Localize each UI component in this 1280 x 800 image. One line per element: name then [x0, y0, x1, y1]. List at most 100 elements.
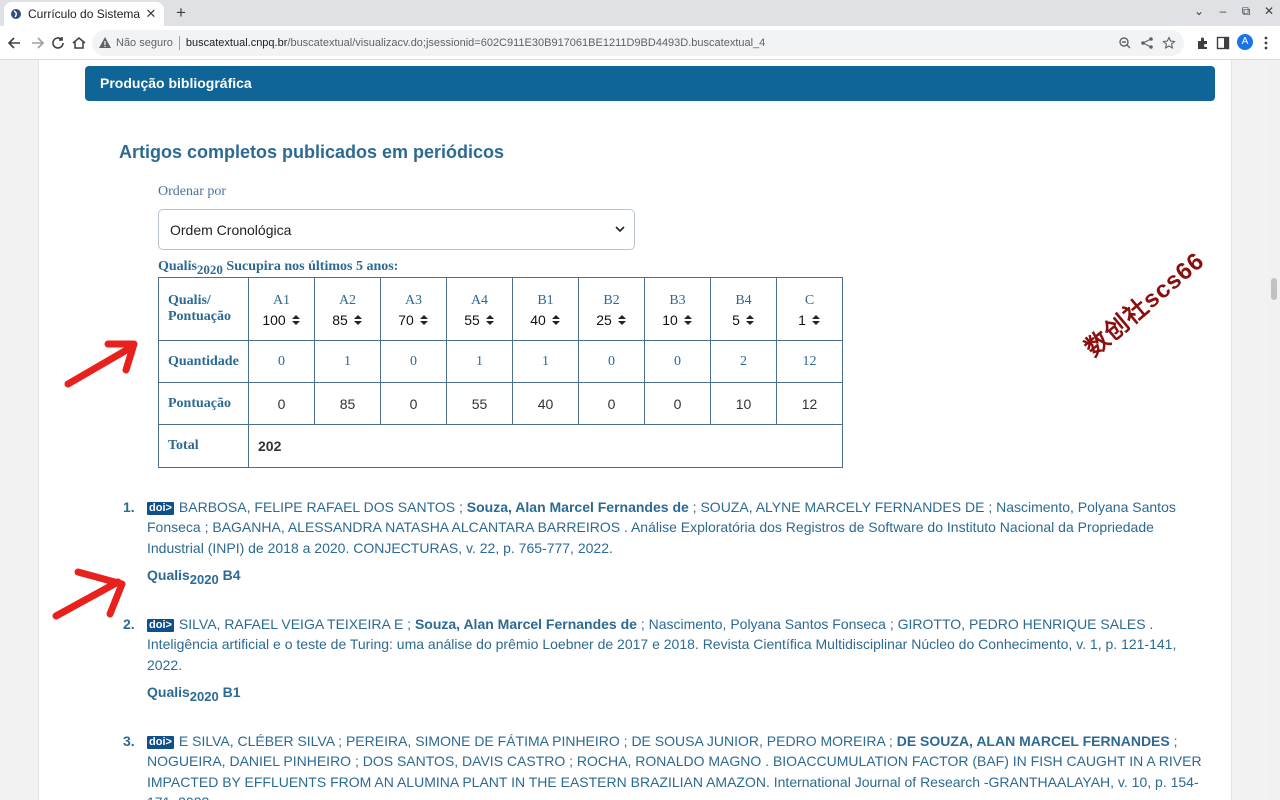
level-label: C	[804, 292, 815, 308]
score-cell: 0	[248, 382, 315, 425]
url-path: /buscatextual/visualizacv.do;jsessionid=…	[287, 37, 766, 49]
browser-tab[interactable]: Currículo do Sistema ✕	[4, 2, 164, 26]
tab-search-icon[interactable]: ⌄	[1189, 4, 1209, 18]
spinner-arrows-icon[interactable]	[551, 313, 561, 327]
weight-spinner[interactable]: 1	[798, 312, 821, 328]
weight-spinner[interactable]: 70	[398, 312, 429, 328]
level-label: B4	[735, 292, 752, 308]
extensions-icon[interactable]	[1195, 35, 1211, 51]
close-window-icon[interactable]: ✕	[1259, 4, 1279, 18]
quantity-cell: 1	[512, 340, 579, 383]
page-scrollbar[interactable]	[1268, 60, 1280, 800]
side-panel-icon[interactable]	[1215, 35, 1231, 51]
forward-icon[interactable]	[28, 34, 46, 52]
spinner-arrows-icon[interactable]	[683, 313, 693, 327]
minimize-icon[interactable]: –	[1213, 4, 1233, 18]
list-item: 1. doi> BARBOSA, FELIPE RAFAEL DOS SANTOS…	[123, 497, 1205, 591]
spinner-arrows-icon[interactable]	[353, 313, 363, 327]
restore-icon[interactable]: ⧉	[1236, 4, 1256, 19]
citation-authors: BARBOSA, FELIPE RAFAEL DOS SANTOS ;	[178, 499, 467, 515]
weight-spinner[interactable]: 100	[262, 312, 300, 328]
qualis-prefix: Qualis	[147, 684, 190, 701]
weight-value: 85	[332, 311, 348, 328]
list-item: 3. doi> E SILVA, CLÉBER SILVA ; PEREIRA, …	[123, 731, 1205, 800]
profile-avatar[interactable]: A	[1237, 34, 1253, 50]
level-cell-c: C1	[776, 277, 843, 341]
quantity-cell: 1	[446, 340, 513, 383]
omnibox-actions	[1118, 36, 1176, 50]
qualis-score-table: Qualis/Pontuação A1 100 A2 85 A3 70 A4 55 B1…	[158, 277, 843, 468]
order-by-select[interactable]: Ordem Cronológica	[158, 209, 635, 250]
qualis-badge: Qualis2020 B4	[147, 565, 1205, 590]
menu-kebab-icon[interactable]	[1258, 35, 1274, 51]
browser-tab-bar: Currículo do Sistema ✕ + ⌄ – ⧉ ✕	[0, 0, 1280, 26]
score-cell: 0	[380, 382, 447, 425]
quantity-cell: 12	[776, 340, 843, 383]
level-label: A4	[470, 292, 489, 308]
warning-icon[interactable]	[98, 36, 112, 50]
citation-authors: E SILVA, CLÉBER SILVA ; PEREIRA, SIMONE …	[178, 733, 897, 749]
zoom-icon[interactable]	[1118, 36, 1132, 50]
weight-value: 5	[732, 311, 740, 328]
level-cell-a4: A4 55	[446, 277, 513, 341]
weight-value: 40	[530, 311, 546, 328]
quantity-cell: 0	[248, 340, 315, 383]
weight-value: 55	[464, 311, 480, 328]
doi-link-icon[interactable]: doi>	[147, 619, 174, 632]
level-label: B2	[603, 292, 620, 308]
qualis-badge: Qualis2020 B1	[147, 682, 1205, 707]
table-row-quantidade: Quantidade 0 1 0 1 1 0 0 2 12	[158, 340, 843, 383]
home-icon[interactable]	[70, 34, 88, 52]
qualis-year: 2020	[189, 689, 219, 705]
new-tab-icon[interactable]: +	[172, 3, 190, 23]
tab-title: Currículo do Sistema	[28, 7, 141, 21]
bookmark-star-icon[interactable]	[1162, 36, 1176, 50]
quantity-cell: 0	[380, 340, 447, 383]
score-cell: 55	[446, 382, 513, 425]
section-header-producao: Produção bibliográfica	[85, 66, 1215, 101]
doi-link-icon[interactable]: doi>	[147, 502, 174, 515]
weight-spinner[interactable]: 5	[732, 312, 755, 328]
score-row-label: Pontuação	[158, 382, 249, 425]
doi-link-icon[interactable]: doi>	[147, 736, 174, 749]
qualis-level: B4	[218, 567, 241, 584]
qualis-caption-year: 2020	[196, 262, 223, 277]
table-row-weights: Qualis/Pontuação A1 100 A2 85 A3 70 A4 55 B1…	[158, 277, 843, 341]
spinner-arrows-icon[interactable]	[485, 313, 495, 327]
weight-value: 1	[798, 311, 806, 328]
weight-spinner[interactable]: 40	[530, 312, 561, 328]
weight-value: 100	[262, 311, 286, 328]
level-label: A1	[272, 292, 291, 308]
spinner-arrows-icon[interactable]	[617, 313, 627, 327]
order-by-value: Ordem Cronológica	[170, 222, 292, 238]
spinner-arrows-icon[interactable]	[419, 313, 429, 327]
score-cell: 12	[776, 382, 843, 425]
header-qualis-label: Qualis/	[168, 293, 211, 308]
weight-spinner[interactable]: 10	[662, 312, 693, 328]
scrollbar-thumb[interactable]	[1271, 278, 1277, 300]
security-label: Não seguro	[116, 37, 173, 49]
cnpq-favicon-icon	[11, 9, 21, 19]
weight-spinner[interactable]: 55	[464, 312, 495, 328]
qualis-caption-suffix: Sucupira nos últimos 5 anos:	[222, 259, 399, 274]
reload-icon[interactable]	[49, 34, 67, 52]
articles-heading: Artigos completos publicados em periódic…	[119, 142, 505, 162]
url-host: buscatextual.cnpq.br	[185, 37, 288, 49]
back-icon[interactable]	[6, 34, 24, 52]
header-qualis-pontuacao: Qualis/Pontuação	[158, 277, 249, 341]
item-number: 1.	[123, 499, 135, 515]
quantity-cell: 1	[314, 340, 381, 383]
spinner-arrows-icon[interactable]	[745, 313, 755, 327]
weight-spinner[interactable]: 85	[332, 312, 363, 328]
qualis-caption-prefix: Qualis	[158, 259, 197, 274]
share-icon[interactable]	[1140, 36, 1154, 50]
level-cell-a2: A2 85	[314, 277, 381, 341]
score-cell: 40	[512, 382, 579, 425]
spinner-arrows-icon[interactable]	[811, 313, 821, 327]
qualis-year: 2020	[189, 572, 219, 588]
weight-spinner[interactable]: 25	[596, 312, 627, 328]
address-bar[interactable]: Não seguro buscatextual.cnpq.br/buscatex…	[92, 30, 1184, 56]
tab-close-icon[interactable]: ✕	[144, 6, 158, 22]
spinner-arrows-icon[interactable]	[291, 313, 301, 327]
highlighted-author: Souza, Alan Marcel Fernandes de	[414, 616, 637, 632]
